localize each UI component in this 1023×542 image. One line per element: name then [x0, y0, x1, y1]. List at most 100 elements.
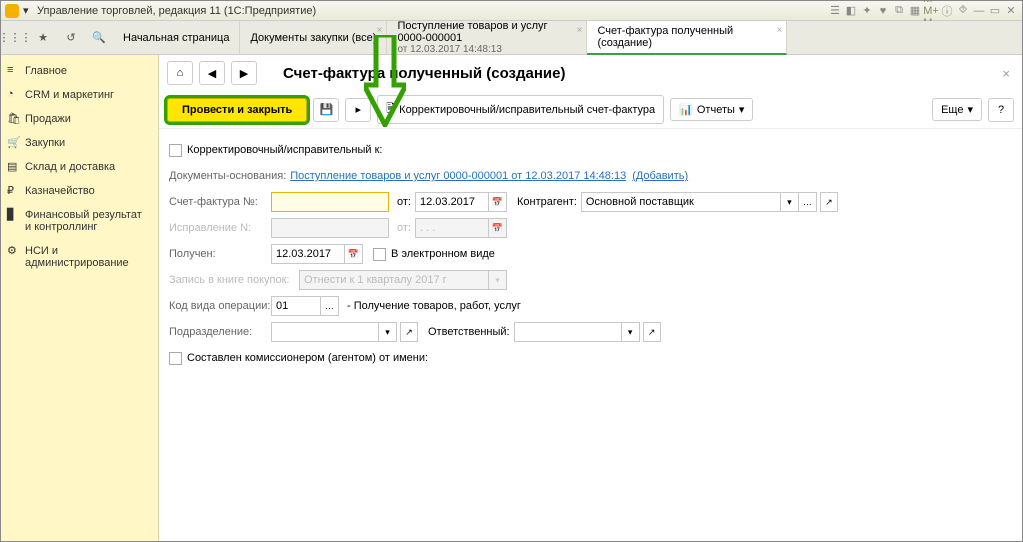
- tab-label: Начальная страница: [123, 32, 229, 44]
- dropdown-icon[interactable]: ▾: [379, 322, 397, 342]
- toolbar-icon-4[interactable]: ♥: [876, 4, 890, 18]
- apps-icon[interactable]: ⋮⋮⋮: [1, 24, 29, 52]
- toolbar-icon-5[interactable]: ⧉: [892, 4, 906, 18]
- basis-label: Документы-основания:: [169, 170, 286, 182]
- tabbar: ⋮⋮⋮ ★ ↺ 🔍 Начальная страница Документы з…: [1, 21, 1022, 55]
- contractor-label: Контрагент:: [517, 196, 577, 208]
- close-button[interactable]: ✕: [1004, 4, 1018, 18]
- reports-button[interactable]: 📊 Отчеты ▾: [670, 98, 753, 121]
- nav-down-icon[interactable]: ▾: [23, 4, 37, 18]
- sidebar-item-warehouse[interactable]: ▤ Склад и доставка: [1, 155, 158, 179]
- contractor-input[interactable]: [581, 192, 781, 212]
- select-icon[interactable]: …: [799, 192, 817, 212]
- toolbar-icon-info[interactable]: ⓘ: [940, 4, 954, 18]
- corrective-checkbox[interactable]: [169, 144, 182, 157]
- sidebar-item-admin[interactable]: ⚙НСИ и администрирование: [1, 239, 158, 275]
- save-button[interactable]: 💾: [313, 98, 339, 122]
- toolbar-icon-1[interactable]: ☰: [828, 4, 842, 18]
- chart-icon: 📊: [679, 103, 693, 116]
- dropdown-icon[interactable]: ▾: [622, 322, 640, 342]
- history-icon[interactable]: ↺: [57, 24, 85, 52]
- main-area: ⌂ ◀ ▶ Счет-фактура полученный (создание)…: [159, 55, 1022, 541]
- form: Корректировочный/исправительный к: Докум…: [159, 129, 1022, 379]
- add-basis-link[interactable]: (Добавить): [632, 170, 688, 182]
- electronic-checkbox[interactable]: [373, 248, 386, 261]
- chart-icon: ◔: [7, 88, 20, 101]
- sidebar-item-label: Склад и доставка: [25, 161, 115, 173]
- corrective-label: Корректировочный/исправительный к:: [187, 144, 382, 156]
- more-button[interactable]: Еще ▾: [932, 98, 982, 121]
- open-icon[interactable]: ↗: [400, 322, 418, 342]
- tab-close-icon[interactable]: ×: [777, 25, 783, 36]
- tab-label: Счет-фактура полученный (создание): [597, 25, 776, 49]
- min-button[interactable]: —: [972, 4, 986, 18]
- calendar-icon: 📅: [489, 218, 507, 238]
- toolbar-icon-calc[interactable]: ▦: [908, 4, 922, 18]
- calendar-icon[interactable]: 📅: [345, 244, 363, 264]
- sidebar-item-label: CRM и маркетинг: [25, 89, 114, 101]
- correction-date-input: [415, 218, 489, 238]
- forward-button[interactable]: ▶: [231, 61, 257, 85]
- tab-home[interactable]: Начальная страница: [113, 21, 240, 55]
- opcode-label: Код вида операции:: [169, 300, 271, 312]
- home-button[interactable]: ⌂: [167, 61, 193, 85]
- app-icon: [5, 4, 19, 18]
- invoice-date-input[interactable]: [415, 192, 489, 212]
- boxes-icon: ▤: [7, 160, 20, 173]
- sidebar-item-sales[interactable]: 🛍Продажи: [1, 107, 158, 131]
- tab-label-l1: Поступление товаров и услуг 0000-000001: [397, 20, 576, 44]
- sidebar-item-main[interactable]: ≡Главное: [1, 59, 158, 83]
- search-icon[interactable]: 🔍: [85, 24, 113, 52]
- sidebar-item-finresult[interactable]: ▊ Финансовый результат и контроллинг: [1, 203, 158, 239]
- division-label: Подразделение:: [169, 326, 271, 338]
- invoice-no-input[interactable]: [271, 192, 389, 212]
- toolbar-icon-2[interactable]: ◧: [844, 4, 858, 18]
- received-date-input[interactable]: [271, 244, 345, 264]
- coin-icon: ₽: [7, 184, 20, 197]
- corrective-invoice-button[interactable]: 🗎 Корректировочный/исправительный счет-ф…: [377, 95, 664, 124]
- sidebar: ≡Главное ◔ CRM и маркетинг 🛍Продажи 🛒Заку…: [1, 55, 159, 541]
- from-label-2: от:: [397, 222, 411, 234]
- tab-close-icon[interactable]: ×: [577, 25, 583, 36]
- sidebar-item-crm[interactable]: ◔ CRM и маркетинг: [1, 83, 158, 107]
- favorites-icon[interactable]: ★: [29, 24, 57, 52]
- tab-purchase-docs[interactable]: Документы закупки (все) ×: [240, 21, 387, 55]
- post-button[interactable]: ▸: [345, 98, 371, 122]
- back-button[interactable]: ◀: [199, 61, 225, 85]
- tab-invoice-active[interactable]: Счет-фактура полученный (создание) ×: [587, 21, 787, 55]
- correction-no-label: Исправление N:: [169, 222, 271, 234]
- bars-icon: ▊: [7, 208, 20, 221]
- button-label: Отчеты: [697, 104, 735, 116]
- page-header: ⌂ ◀ ▶ Счет-фактура полученный (создание)…: [159, 55, 1022, 91]
- tab-close-icon[interactable]: ×: [377, 25, 383, 36]
- page-close-button[interactable]: ×: [998, 62, 1014, 85]
- tab-receipt-doc[interactable]: Поступление товаров и услуг 0000-000001 …: [387, 21, 587, 55]
- dropdown-icon[interactable]: ▾: [781, 192, 799, 212]
- command-toolbar: Провести и закрыть 💾 ▸ 🗎 Корректировочны…: [159, 91, 1022, 129]
- sidebar-item-purchases[interactable]: 🛒Закупки: [1, 131, 158, 155]
- division-input[interactable]: [271, 322, 379, 342]
- help-button[interactable]: ?: [988, 98, 1014, 122]
- calendar-icon[interactable]: 📅: [489, 192, 507, 212]
- select-icon[interactable]: …: [321, 296, 339, 316]
- received-label: Получен:: [169, 248, 271, 260]
- post-and-close-button[interactable]: Провести и закрыть: [167, 98, 307, 122]
- open-icon[interactable]: ↗: [643, 322, 661, 342]
- electronic-label: В электронном виде: [391, 248, 495, 260]
- opcode-input[interactable]: [271, 296, 321, 316]
- toolbar-icon-help[interactable]: ⯑: [956, 4, 970, 18]
- list-icon: ≡: [7, 64, 20, 77]
- opcode-desc: - Получение товаров, работ, услуг: [347, 300, 521, 312]
- memory-label[interactable]: M M+ M-: [924, 4, 938, 18]
- sidebar-item-label: Казначейство: [25, 185, 95, 197]
- commissioner-checkbox[interactable]: [169, 352, 182, 365]
- sidebar-item-treasury[interactable]: ₽ Казначейство: [1, 179, 158, 203]
- correction-no-input: [271, 218, 389, 238]
- open-icon[interactable]: ↗: [820, 192, 838, 212]
- toolbar-icon-3[interactable]: ✦: [860, 4, 874, 18]
- basis-document-link[interactable]: Поступление товаров и услуг 0000-000001 …: [290, 170, 626, 182]
- max-button[interactable]: ▭: [988, 4, 1002, 18]
- titlebar: ▾ Управление торговлей, редакция 11 (1С:…: [1, 1, 1022, 21]
- responsible-input[interactable]: [514, 322, 622, 342]
- sidebar-item-label: Финансовый результат и контроллинг: [25, 209, 142, 233]
